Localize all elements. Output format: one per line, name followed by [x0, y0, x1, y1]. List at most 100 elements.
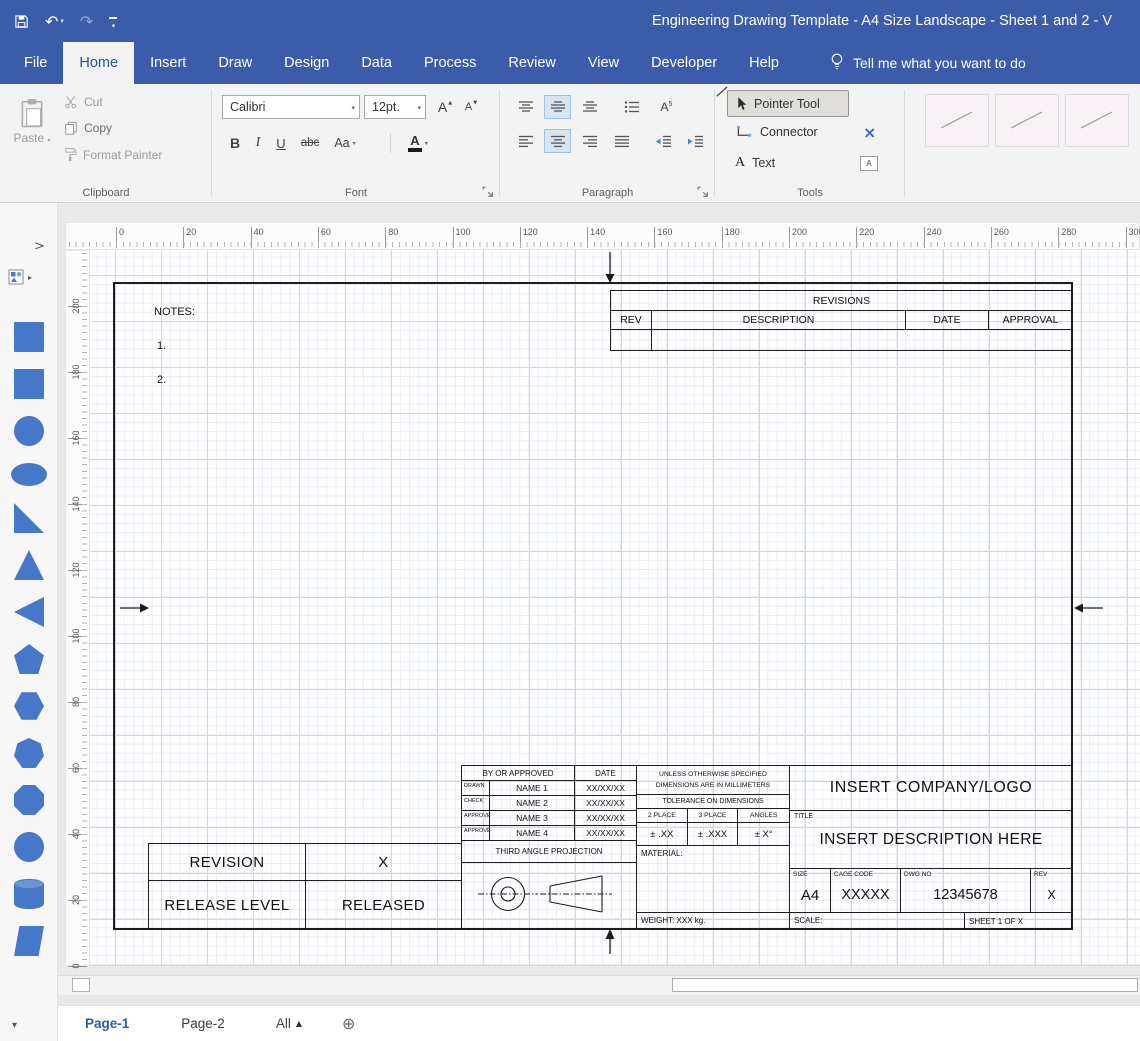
scrollbar-split-box[interactable] — [72, 978, 90, 992]
underline-button[interactable]: U — [270, 130, 292, 156]
stencil-shape-right-triangle[interactable] — [14, 503, 44, 533]
stencil-shape-square[interactable] — [14, 322, 44, 352]
stencil-shape-hexagon[interactable] — [14, 691, 44, 721]
tolerance-spec: UNLESS OTHERWISE SPECIFIED DIMENSIONS AR… — [637, 766, 789, 795]
align-top-button[interactable] — [512, 95, 539, 119]
hruler-label: 280 — [1058, 227, 1076, 248]
stencil-shape-triangle-left[interactable] — [14, 597, 44, 627]
hruler-label: 180 — [722, 227, 740, 248]
stencil-header[interactable]: ▸ — [8, 269, 32, 285]
hruler-label: 260 — [991, 227, 1009, 248]
redo-icon: ↷ — [80, 12, 93, 31]
notes-title[interactable]: NOTES: — [154, 306, 195, 318]
vruler-label: 120 — [68, 557, 84, 583]
stencil-shape-square[interactable] — [14, 369, 44, 399]
ribbon-tab-home[interactable]: Home — [63, 42, 134, 84]
text-block-tool-button[interactable]: A — [860, 156, 878, 171]
revision-release-block[interactable]: REVISION X RELEASE LEVEL RELEASED — [148, 843, 462, 930]
note-item-1[interactable]: 1. — [157, 340, 166, 352]
align-middle-button[interactable] — [544, 95, 571, 119]
ribbon-tab-help[interactable]: Help — [733, 42, 795, 84]
justify-button[interactable] — [608, 129, 635, 153]
horizontal-scrollbar[interactable] — [58, 975, 1140, 995]
change-case-button[interactable]: Aa ▾ — [328, 130, 362, 156]
hruler-label: 80 — [385, 227, 398, 248]
approval-table[interactable]: BY OR APPROVED DATE DRAWN NAME 1 XX/XX/X… — [461, 765, 637, 930]
ribbon-tab-file[interactable]: File — [8, 42, 63, 84]
vruler-label: 60 — [68, 755, 84, 781]
align-left-button[interactable] — [512, 129, 539, 153]
all-pages-button[interactable]: All ▲ — [276, 1016, 302, 1031]
add-page-button[interactable]: ⊕ — [342, 1014, 355, 1033]
revisions-empty-cell — [611, 330, 652, 350]
stencil-shape-cylinder[interactable] — [14, 879, 44, 909]
paste-button[interactable]: Paste ▾ — [6, 90, 58, 178]
grow-font-button[interactable]: A ▲ — [432, 95, 458, 119]
vertical-ruler[interactable]: 200180160140120100806040200 — [65, 250, 90, 966]
shrink-font-button[interactable]: A ▼ — [459, 95, 483, 119]
line-style-swatch[interactable] — [1065, 94, 1129, 147]
font-size-select[interactable]: 12pt. ▾ — [364, 95, 426, 119]
ribbon-tab-draw[interactable]: Draw — [202, 42, 268, 84]
cursor-icon — [736, 96, 747, 111]
align-bottom-button[interactable] — [576, 95, 603, 119]
save-icon[interactable] — [14, 14, 29, 29]
cut-button[interactable]: Cut — [64, 95, 103, 109]
stencil-shape-ellipse[interactable] — [11, 463, 47, 486]
expand-shapes-panel-chevron[interactable]: > — [34, 239, 45, 254]
ribbon-tab-process[interactable]: Process — [408, 42, 492, 84]
line-style-swatch[interactable] — [925, 94, 989, 147]
align-right-button[interactable] — [576, 129, 603, 153]
connector-tool-button[interactable]: Connector — [735, 124, 818, 139]
italic-button[interactable]: I — [248, 130, 268, 156]
stencil-shape-triangle[interactable] — [14, 550, 44, 580]
bullets-button[interactable] — [618, 95, 645, 119]
font-color-button[interactable]: A ▾ — [400, 130, 436, 156]
text-tool-button[interactable]: A Text — [735, 155, 775, 171]
bold-button[interactable]: B — [224, 130, 246, 156]
font-family-select[interactable]: Calibri ▾ — [222, 95, 360, 119]
ribbon-tab-design[interactable]: Design — [268, 42, 345, 84]
line-style-swatch[interactable] — [995, 94, 1059, 147]
revision-value-cell: X — [306, 844, 461, 881]
tell-me-box[interactable]: Tell me what you want to do — [830, 42, 1026, 84]
note-item-2[interactable]: 2. — [157, 374, 166, 386]
stencil-shape-pentagon[interactable] — [14, 644, 44, 674]
shapes-panel-collapsed: > ▸ ▾ — [0, 203, 58, 1041]
approval-row-drawn: DRAWN NAME 1 XX/XX/XX — [462, 781, 636, 796]
ribbon-tab-developer[interactable]: Developer — [635, 42, 733, 84]
ribbon-tab-review[interactable]: Review — [492, 42, 572, 84]
strikethrough-button[interactable]: abc — [296, 130, 324, 156]
ribbon-tab-view[interactable]: View — [572, 42, 635, 84]
text-direction-button[interactable]: A5 — [653, 95, 680, 119]
revision-label-cell: REVISION — [149, 844, 306, 881]
revisions-col-description: DESCRIPTION — [652, 311, 906, 330]
stencil-shape-parallelogram[interactable] — [14, 926, 44, 956]
stencil-shape-circle[interactable] — [14, 832, 44, 862]
approval-row-approve-1: APPROVE NAME 3 XX/XX/XX — [462, 811, 636, 826]
stencil-shape-octagon[interactable] — [14, 785, 44, 815]
drawing-page[interactable]: NOTES: 1. 2. REVISIONS REV DESCRIPTION D… — [90, 250, 1140, 966]
connection-point-tool-button[interactable]: × — [863, 123, 876, 142]
customize-qat-icon[interactable]: ▾ — [109, 13, 117, 29]
ribbon-tab-insert[interactable]: Insert — [134, 42, 202, 84]
page-tab-page-2[interactable]: Page-2 — [168, 1006, 238, 1041]
revisions-table[interactable]: REVISIONS REV DESCRIPTION DATE APPROVAL — [610, 290, 1073, 351]
align-center-button[interactable] — [544, 129, 571, 153]
tolerance-block[interactable]: UNLESS OTHERWISE SPECIFIED DIMENSIONS AR… — [636, 765, 790, 930]
decrease-indent-button[interactable] — [650, 129, 677, 153]
approval-row-approve-2: APPROVE NAME 4 XX/XX/XX — [462, 826, 636, 841]
stencil-shape-circle[interactable] — [14, 416, 44, 446]
ribbon-tab-data[interactable]: Data — [345, 42, 408, 84]
copy-button[interactable]: Copy — [64, 121, 112, 135]
page-tab-page-1[interactable]: Page-1 — [72, 1006, 142, 1041]
scrollbar-thumb[interactable] — [672, 978, 1138, 992]
stencil-shape-heptagon[interactable] — [14, 738, 44, 768]
increase-indent-button[interactable] — [682, 129, 709, 153]
title-block[interactable]: INSERT COMPANY/LOGO TITLE INSERT DESCRIP… — [789, 765, 1073, 930]
scroll-shapes-down-chevron[interactable]: ▾ — [12, 1020, 17, 1031]
pointer-tool-button[interactable]: Pointer Tool — [727, 90, 849, 117]
horizontal-ruler[interactable]: 0204060801001201401601802002202402602803… — [65, 222, 1140, 250]
undo-icon[interactable]: ↶ ▾ — [45, 12, 64, 31]
format-painter-button[interactable]: Format Painter — [64, 147, 162, 162]
